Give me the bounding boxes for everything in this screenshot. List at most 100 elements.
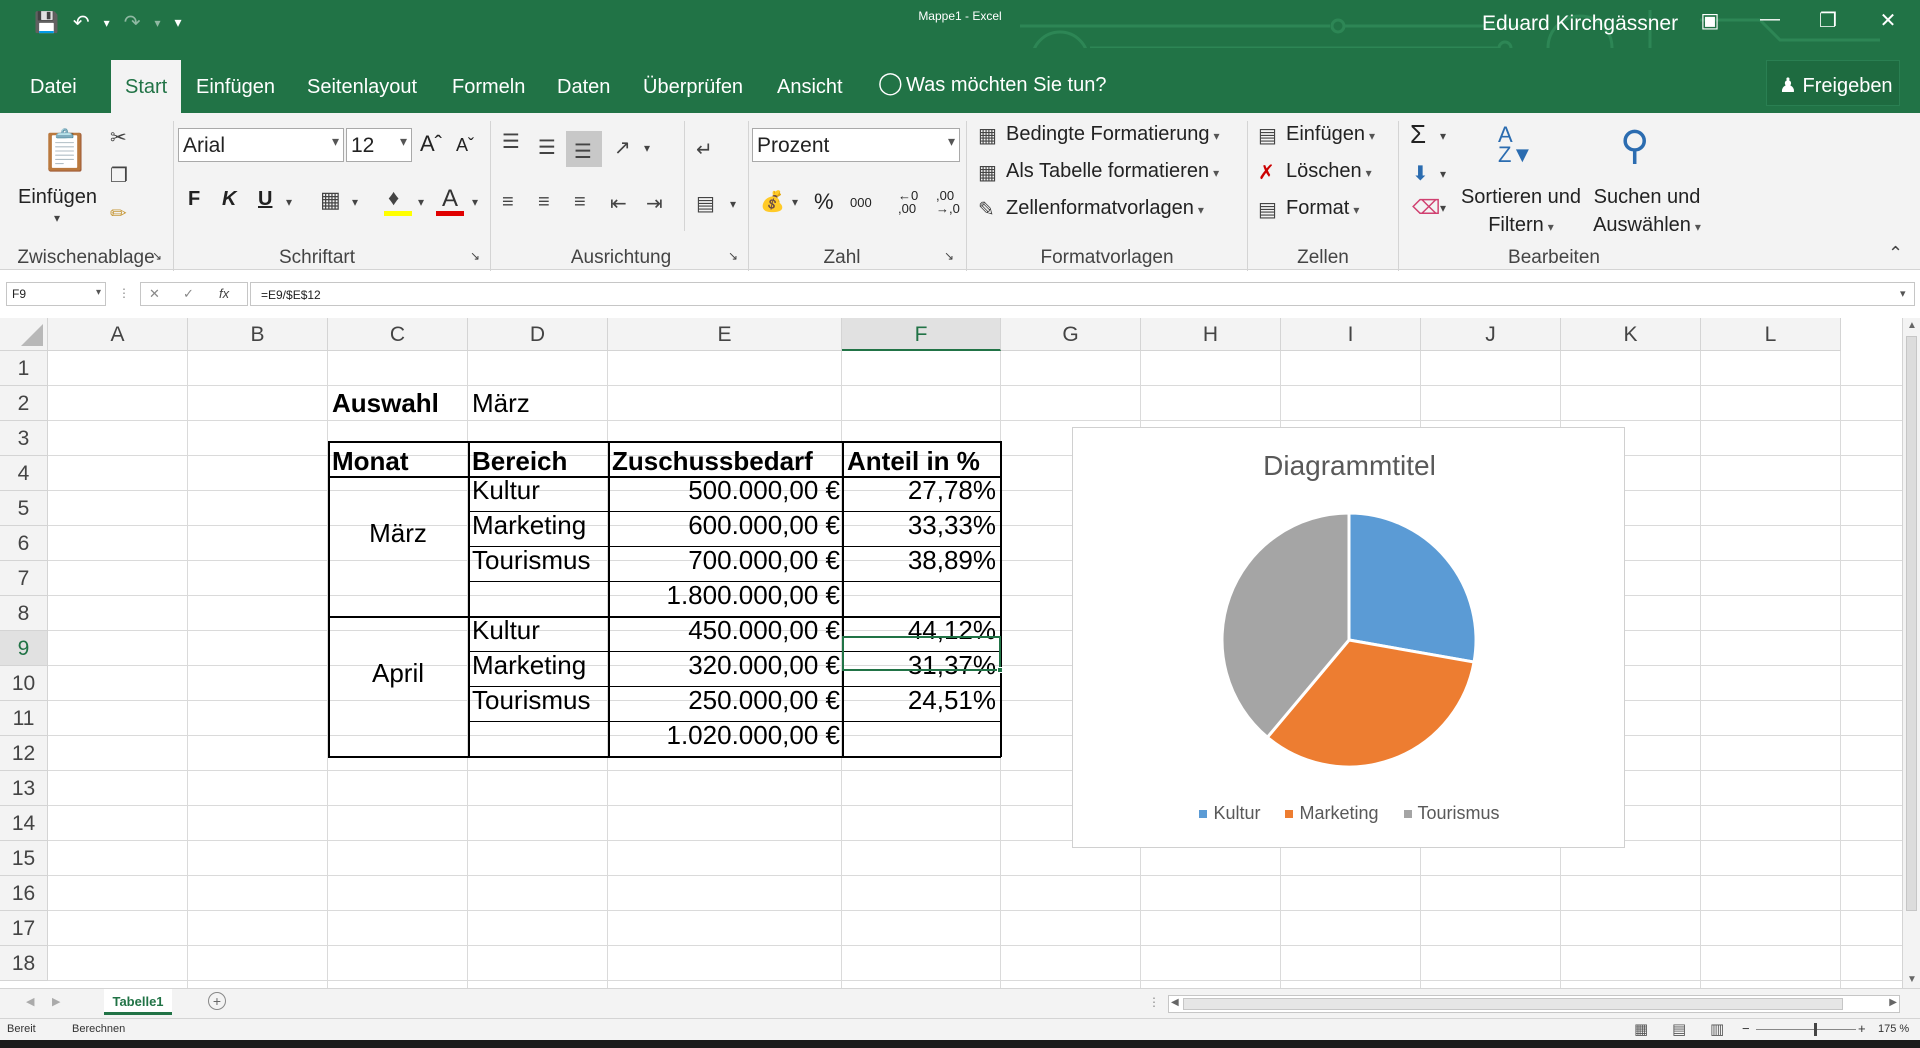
tab-start[interactable]: Start [111, 60, 182, 113]
underline-dropdown-icon[interactable]: ▾ [286, 195, 292, 209]
cancel-icon[interactable]: ✕ [149, 286, 160, 302]
table-row-betrag[interactable]: 500.000,00 € [608, 473, 840, 508]
tab-formeln[interactable]: Formeln [452, 76, 525, 99]
table-row-anteil[interactable]: 38,89% [844, 543, 996, 578]
zoom-slider[interactable] [1756, 1029, 1856, 1030]
insert-cells-icon[interactable]: ▤ [1258, 123, 1277, 148]
accounting-format-icon[interactable]: 💰 [760, 189, 785, 214]
horizontal-scroll-thumb[interactable] [1183, 998, 1843, 1010]
orientation-icon[interactable]: ↗ [614, 135, 631, 160]
font-launcher-icon[interactable]: ↘ [470, 249, 480, 263]
accounting-dropdown-icon[interactable]: ▾ [792, 195, 798, 209]
table-row-anteil[interactable]: 33,33% [844, 508, 996, 543]
increase-decimal-icon[interactable]: ←0,00 [898, 189, 918, 215]
cell-month-april[interactable]: April [328, 656, 468, 691]
merge-center-icon[interactable]: ▤ [696, 191, 715, 216]
align-center-icon[interactable]: ≡ [538, 191, 550, 214]
table-row-bereich[interactable]: Marketing [472, 508, 586, 543]
cell-total-april[interactable]: 1.020.000,00 € [608, 718, 841, 753]
ribbon-display-icon[interactable]: ▣ [1690, 8, 1730, 33]
comma-style-button[interactable]: 000 [850, 195, 872, 210]
tab-seitenlayout[interactable]: Seitenlayout [307, 76, 417, 99]
column-header-i[interactable]: I [1281, 318, 1421, 351]
fill-color-icon[interactable]: ♦ [388, 185, 399, 211]
paste-button-label[interactable]: Einfügen [18, 186, 97, 209]
page-break-view-icon[interactable]: ▥ [1710, 1020, 1724, 1038]
cell-total-maerz[interactable]: 1.800.000,00 € [608, 578, 841, 613]
alignment-launcher-icon[interactable]: ↘ [728, 249, 738, 263]
page-layout-view-icon[interactable]: ▤ [1672, 1020, 1686, 1038]
add-sheet-icon[interactable]: + [208, 992, 226, 1010]
cell-styles-button[interactable]: Zellenformatvorlagen ▾ [1006, 197, 1204, 220]
row-header-2[interactable]: 2 [0, 386, 48, 421]
row-header-17[interactable]: 17 [0, 911, 48, 946]
borders-icon[interactable]: ▦ [320, 187, 341, 213]
format-cells-button[interactable]: Format ▾ [1286, 197, 1359, 220]
table-row-bereich[interactable]: Tourismus [472, 543, 590, 578]
autosum-dropdown-icon[interactable]: ▾ [1440, 129, 1446, 143]
next-sheet-icon[interactable]: ▶ [52, 995, 60, 1008]
restore-icon[interactable]: ❐ [1808, 8, 1848, 33]
column-header-l[interactable]: L [1701, 318, 1841, 351]
row-header-5[interactable]: 5 [0, 491, 48, 526]
cut-icon[interactable]: ✂ [110, 125, 127, 150]
zoom-slider-thumb[interactable] [1814, 1023, 1817, 1036]
vertical-scrollbar[interactable]: ▲ ▼ [1902, 318, 1920, 988]
row-header-10[interactable]: 10 [0, 666, 48, 701]
sheet-tab-tabelle1[interactable]: Tabelle1 [104, 989, 172, 1015]
user-name[interactable]: Eduard Kirchgässner [1482, 12, 1678, 36]
chart-title[interactable]: Diagrammtitel [1073, 450, 1626, 482]
column-header-j[interactable]: J [1421, 318, 1561, 351]
fill-handle[interactable] [997, 667, 1003, 673]
tab-split-grip-icon[interactable]: ⋮ [1148, 995, 1160, 1009]
align-left-icon[interactable]: ≡ [502, 191, 514, 214]
bold-button[interactable]: F [188, 188, 200, 211]
autosum-icon[interactable]: Σ [1410, 119, 1426, 150]
insert-function-icon[interactable]: fx [219, 286, 229, 301]
close-icon[interactable]: ✕ [1868, 8, 1908, 33]
sort-filter-button[interactable]: Sortieren und Filtern ▾ [1458, 183, 1584, 241]
column-header-c[interactable]: C [328, 318, 468, 351]
zoom-out-icon[interactable]: − [1742, 1021, 1750, 1036]
format-as-table-icon[interactable]: ▦ [978, 160, 997, 185]
name-box[interactable]: F9 ▾ [6, 282, 106, 306]
cell-d2[interactable]: März [472, 386, 530, 421]
row-header-15[interactable]: 15 [0, 841, 48, 876]
column-header-k[interactable]: K [1561, 318, 1701, 351]
expand-formula-bar-icon[interactable]: ▾ [1900, 287, 1906, 300]
row-header-1[interactable]: 1 [0, 351, 48, 386]
table-row-betrag[interactable]: 600.000,00 € [608, 508, 840, 543]
row-header-6[interactable]: 6 [0, 526, 48, 561]
pie-chart[interactable]: Diagrammtitel Kultur Marketing Tourismus [1072, 427, 1625, 848]
horizontal-scrollbar[interactable]: ◀ ▶ [1168, 995, 1900, 1013]
table-row-bereich[interactable]: Kultur [472, 473, 540, 508]
delete-cells-button[interactable]: Löschen ▾ [1286, 160, 1372, 183]
font-name-combo[interactable]: Arial ▾ [178, 128, 344, 162]
select-all-corner[interactable] [0, 318, 48, 351]
enter-icon[interactable]: ✓ [183, 286, 194, 302]
align-top-icon[interactable]: ☰ [502, 129, 520, 154]
copy-icon[interactable]: ❐ [110, 163, 128, 188]
row-header-9[interactable]: 9 [0, 631, 48, 666]
prev-sheet-icon[interactable]: ◀ [26, 995, 34, 1008]
table-row-bereich[interactable]: Kultur [472, 613, 540, 648]
cell-c2[interactable]: Auswahl [332, 386, 439, 421]
percent-style-button[interactable]: % [814, 189, 834, 215]
clear-dropdown-icon[interactable]: ▾ [1440, 201, 1446, 215]
underline-button[interactable]: U [258, 188, 272, 211]
scroll-right-icon[interactable]: ▶ [1889, 997, 1897, 1008]
normal-view-icon[interactable]: ▦ [1634, 1020, 1648, 1038]
tab-einfuegen[interactable]: Einfügen [196, 76, 275, 99]
tab-ansicht[interactable]: Ansicht [777, 76, 843, 99]
table-row-betrag[interactable]: 700.000,00 € [608, 543, 840, 578]
table-row-anteil[interactable]: 24,51% [844, 683, 996, 718]
align-right-icon[interactable]: ≡ [574, 191, 586, 214]
vertical-scroll-thumb[interactable] [1906, 336, 1917, 911]
scroll-down-icon[interactable]: ▼ [1907, 974, 1917, 985]
tab-ueberpruefen[interactable]: Überprüfen [643, 76, 743, 99]
row-header-4[interactable]: 4 [0, 456, 48, 491]
column-header-e[interactable]: E [608, 318, 842, 351]
column-header-f[interactable]: F [842, 318, 1001, 351]
status-calculate[interactable]: Berechnen [72, 1023, 125, 1035]
align-middle-icon[interactable]: ☰ [538, 135, 556, 160]
